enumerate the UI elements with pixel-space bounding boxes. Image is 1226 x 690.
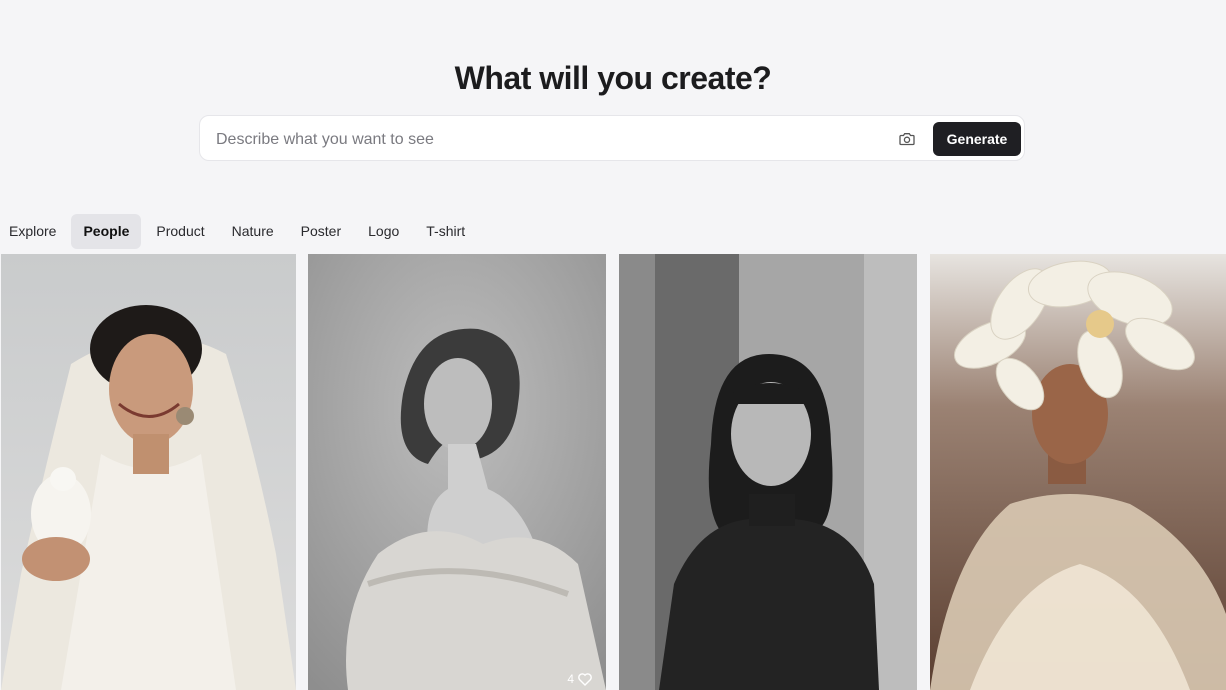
tab-poster[interactable]: Poster <box>289 214 353 249</box>
portrait-image <box>308 254 606 690</box>
search-bar: Generate <box>199 115 1025 161</box>
gallery-image-card[interactable] <box>619 254 917 690</box>
portrait-image <box>1 254 296 690</box>
gallery-image-card[interactable] <box>930 254 1226 690</box>
portrait-image <box>619 254 917 690</box>
tab-tshirt[interactable]: T-shirt <box>414 214 477 249</box>
heart-icon[interactable] <box>578 672 592 686</box>
category-tabs: Explore People Product Nature Poster Log… <box>0 213 480 249</box>
tab-product[interactable]: Product <box>144 214 216 249</box>
tab-people[interactable]: People <box>71 213 142 249</box>
gallery-image-card[interactable]: 4 <box>308 254 606 690</box>
gallery-image-card[interactable] <box>1 254 296 690</box>
camera-icon[interactable] <box>894 127 920 151</box>
tab-nature[interactable]: Nature <box>220 214 286 249</box>
page-title: What will you create? <box>454 60 772 96</box>
likes-meta[interactable]: 4 <box>567 672 592 686</box>
tab-logo[interactable]: Logo <box>356 214 411 249</box>
prompt-input[interactable] <box>214 124 878 156</box>
generate-button[interactable]: Generate <box>933 122 1021 156</box>
portrait-image <box>930 254 1226 690</box>
tab-explore[interactable]: Explore <box>0 214 68 249</box>
image-gallery: 4 <box>0 254 1226 690</box>
likes-count: 4 <box>567 672 574 686</box>
